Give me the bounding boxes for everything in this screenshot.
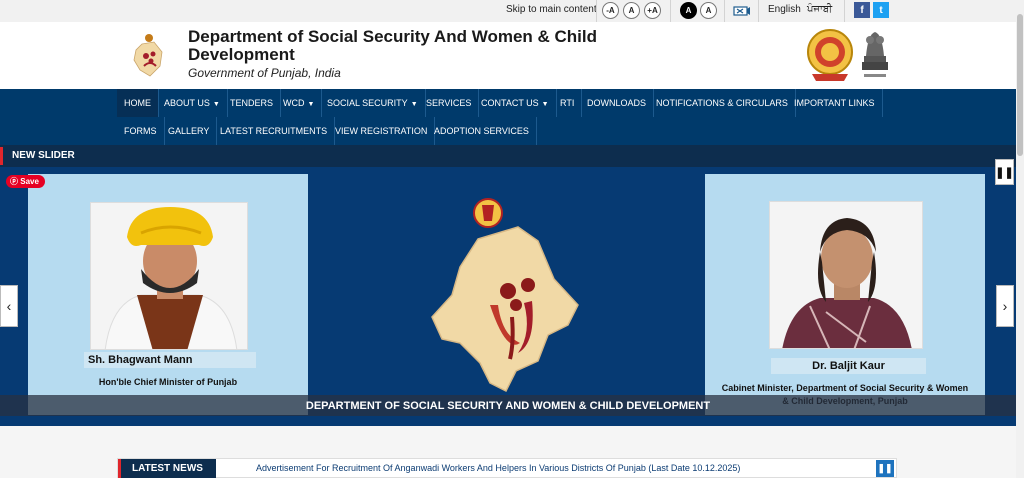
nav-wcd[interactable]: WCD ▼	[276, 89, 323, 117]
latest-news-ticker: LATEST NEWS Advertisement For Recruitmen…	[117, 458, 897, 478]
language-punjabi-link[interactable]: ਪੰਜਾਬੀ	[807, 4, 832, 15]
punjab-government-emblem-icon	[807, 29, 853, 81]
nav-view-registration[interactable]: VIEW REGISTRATION	[328, 117, 436, 145]
image-slider[interactable]: Sh. Bhagwant Mann Hon'ble Chief Minister…	[0, 167, 1016, 426]
nav-label: CONTACT US	[481, 98, 539, 108]
page-title: Department of Social Security And Women …	[188, 27, 597, 64]
divider	[724, 0, 725, 22]
left-slide-panel: Sh. Bhagwant Mann Hon'ble Chief Minister…	[28, 174, 308, 415]
pinterest-icon: ⓟ	[10, 177, 18, 186]
skip-to-content-link[interactable]: Skip to main content	[506, 4, 597, 15]
nav-label: GALLERY	[168, 126, 210, 136]
nav-forms[interactable]: FORMS	[117, 117, 165, 145]
pause-icon: ❚❚	[995, 166, 1014, 179]
nav-notifications-circulars[interactable]: NOTIFICATIONS & CIRCULARS	[649, 89, 796, 117]
chevron-left-icon: ‹	[6, 298, 12, 314]
nav-label: FORMS	[124, 126, 157, 136]
accent-marker	[0, 147, 3, 165]
latest-news-label: LATEST NEWS	[118, 459, 216, 478]
facebook-icon[interactable]: f	[854, 2, 870, 18]
left-person-role: Hon'ble Chief Minister of Punjab	[98, 377, 238, 387]
nav-label: LATEST RECRUITMENTS	[220, 126, 328, 136]
caret-down-icon: ▼	[212, 101, 220, 108]
nav-downloads[interactable]: DOWNLOADS	[580, 89, 655, 117]
font-increase-button[interactable]: +A	[644, 2, 661, 19]
slider-next-button[interactable]: ›	[996, 285, 1014, 327]
nav-about-us[interactable]: ABOUT US ▼	[157, 89, 228, 117]
nav-latest-recruitments[interactable]: LATEST RECRUITMENTS	[213, 117, 336, 145]
slider-pause-button[interactable]: ❚❚	[995, 159, 1014, 185]
slider-section-title: NEW SLIDER	[12, 150, 75, 161]
font-normal-button[interactable]: A	[623, 2, 640, 19]
nav-important-links[interactable]: IMPORTANT LINKS	[787, 89, 883, 117]
save-label: Save	[20, 177, 39, 186]
news-headline-link[interactable]: Advertisement For Recruitment Of Anganwa…	[256, 463, 740, 473]
slide-caption-strip: DEPARTMENT OF SOCIAL SECURITY AND WOMEN …	[0, 395, 1016, 416]
pinterest-save-button[interactable]: ⓟ Save	[6, 175, 45, 188]
nav-label: NOTIFICATIONS & CIRCULARS	[656, 98, 788, 108]
nav-services[interactable]: SERVICES	[419, 89, 480, 117]
chevron-right-icon: ›	[1002, 298, 1008, 314]
nav-label: TENDERS	[230, 98, 274, 108]
nav-adoption-services[interactable]: ADOPTION SERVICES	[427, 117, 537, 145]
punjab-department-logo-icon	[431, 198, 579, 393]
cabinet-minister-photo	[769, 201, 923, 349]
nav-label: IMPORTANT LINKS	[794, 98, 875, 108]
nav-home[interactable]: HOME	[117, 89, 159, 117]
nav-social-security[interactable]: SOCIAL SECURITY ▼	[320, 89, 426, 117]
nav-label: DOWNLOADS	[587, 98, 647, 108]
nav-gallery[interactable]: GALLERY	[161, 117, 218, 145]
top-utility-bar: Skip to main content -A A +A A A English…	[0, 0, 1016, 22]
chief-minister-photo	[90, 202, 248, 350]
slider-section-header: NEW SLIDER	[0, 145, 1016, 167]
dark-contrast-button[interactable]: A	[680, 2, 697, 19]
nav-label: WCD	[283, 98, 305, 108]
right-person-name: Dr. Baljit Kaur	[771, 358, 926, 374]
nav-label: ADOPTION SERVICES	[434, 126, 529, 136]
news-pause-button[interactable]: ❚❚	[876, 460, 894, 477]
light-contrast-button[interactable]: A	[700, 2, 717, 19]
nav-label: RTI	[560, 98, 575, 108]
right-slide-panel: Dr. Baljit Kaur Cabinet Minister, Depart…	[705, 174, 985, 415]
page-scrollbar[interactable]	[1016, 0, 1024, 478]
slide-caption: DEPARTMENT OF SOCIAL SECURITY AND WOMEN …	[305, 400, 711, 412]
main-navigation: HOME ABOUT US ▼ TENDERS WCD ▼ SOCIAL SECUR…	[0, 89, 1016, 145]
twitter-icon[interactable]: t	[873, 2, 889, 18]
caret-down-icon: ▼	[307, 101, 315, 108]
nav-label: ABOUT US	[164, 98, 210, 108]
nav-label: SERVICES	[426, 98, 472, 108]
punjab-map-logo-icon[interactable]	[128, 30, 170, 80]
divider	[670, 0, 671, 22]
pause-icon: ❚❚	[877, 463, 893, 473]
nav-label: SOCIAL SECURITY	[327, 98, 408, 108]
left-person-name: Sh. Bhagwant Mann	[84, 352, 256, 368]
scrollbar-thumb[interactable]	[1017, 14, 1023, 156]
divider	[758, 0, 759, 22]
divider	[844, 0, 845, 22]
caret-down-icon: ▼	[541, 101, 549, 108]
nav-label: HOME	[124, 98, 151, 108]
language-english-link[interactable]: English	[768, 4, 801, 15]
font-decrease-button[interactable]: -A	[602, 2, 619, 19]
nav-label: VIEW REGISTRATION	[335, 126, 428, 136]
divider	[596, 0, 597, 22]
slider-prev-button[interactable]: ‹	[0, 285, 18, 327]
page-subtitle: Government of Punjab, India	[188, 66, 341, 80]
nav-contact-us[interactable]: CONTACT US ▼	[474, 89, 557, 117]
screen-reader-icon[interactable]	[733, 4, 751, 18]
caret-down-icon: ▼	[410, 101, 418, 108]
site-header: Department of Social Security And Women …	[0, 22, 1016, 89]
nav-tenders[interactable]: TENDERS	[223, 89, 282, 117]
nav-rti[interactable]: RTI	[553, 89, 583, 117]
national-emblem-icon	[862, 32, 888, 77]
